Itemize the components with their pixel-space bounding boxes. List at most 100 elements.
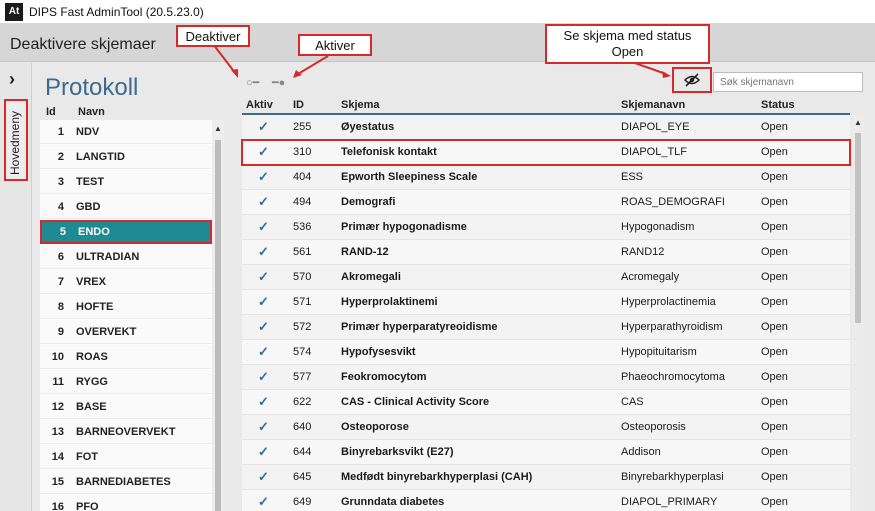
active-check-icon[interactable]: ✓ — [258, 219, 269, 235]
cell-id: 571 — [293, 296, 312, 308]
cell-status: Open — [761, 296, 788, 308]
cell-form-name: Binyrebarkhyperplasi — [621, 471, 724, 483]
cell-form: Akromegali — [341, 271, 401, 283]
cell-id: 645 — [293, 471, 312, 483]
cell-status: Open — [761, 396, 788, 408]
active-check-icon[interactable]: ✓ — [258, 419, 269, 435]
forms-table: ✓ 255 Øyestatus DIAPOL_EYE Open ✓ 310 Telefonis… — [242, 115, 850, 511]
cell-form: Demografi — [341, 196, 396, 208]
cell-id: 404 — [293, 171, 312, 183]
cell-status: Open — [761, 321, 788, 333]
table-row[interactable]: ✓ 572 Primær hyperparatyreoidisme Hyperpara… — [242, 315, 850, 340]
cell-id: 574 — [293, 346, 312, 358]
active-check-icon[interactable]: ✓ — [258, 244, 269, 260]
cell-form: Hyperprolaktinemi — [341, 296, 438, 308]
cell-form-name: Hypogonadism — [621, 221, 695, 233]
cell-id: 622 — [293, 396, 312, 408]
callout-show-open-line1: Se skjema med status — [563, 28, 692, 43]
cell-id: 570 — [293, 271, 312, 283]
cell-form: Grunndata diabetes — [341, 496, 445, 508]
callout-show-open: Se skjema med status Open — [545, 24, 710, 64]
active-check-icon[interactable]: ✓ — [258, 169, 269, 185]
active-check-icon[interactable]: ✓ — [258, 494, 269, 510]
cell-id: 572 — [293, 321, 312, 333]
cell-form-name: Osteoporosis — [621, 421, 686, 433]
col-header-active[interactable]: Aktiv — [246, 99, 273, 111]
col-header-form[interactable]: Skjema — [341, 99, 380, 111]
col-header-status[interactable]: Status — [761, 99, 795, 111]
table-row[interactable]: ✓ 570 Akromegali Acromegaly Open — [242, 265, 850, 290]
cell-id: 577 — [293, 371, 312, 383]
cell-status: Open — [761, 346, 788, 358]
cell-form-name: ESS — [621, 171, 644, 183]
callout-deactivate: Deaktiver — [176, 25, 250, 47]
col-header-form-name[interactable]: Skjemanavn — [621, 99, 685, 111]
highlight-row-annotation — [241, 139, 851, 166]
cell-form-name: DIAPOL_EYE — [621, 121, 690, 133]
cell-id: 561 — [293, 246, 312, 258]
cell-status: Open — [761, 121, 788, 133]
cell-id: 494 — [293, 196, 312, 208]
active-check-icon[interactable]: ✓ — [258, 119, 269, 135]
cell-status: Open — [761, 246, 788, 258]
cell-form: CAS - Clinical Activity Score — [341, 396, 490, 408]
table-row[interactable]: ✓ 577 Feokromocytom Phaeochromocytoma Open — [242, 365, 850, 390]
cell-form: Primær hyperparatyreoidisme — [341, 321, 498, 333]
scroll-up-arrow-icon[interactable]: ▲ — [854, 118, 862, 127]
cell-form-name: DIAPOL_PRIMARY — [621, 496, 718, 508]
active-check-icon[interactable]: ✓ — [258, 444, 269, 460]
callout-activate: Aktiver — [298, 34, 372, 56]
table-row[interactable]: ✓ 561 RAND-12 RAND12 Open — [242, 240, 850, 265]
cell-status: Open — [761, 271, 788, 283]
forms-table-scrollbar[interactable]: ▲ — [852, 115, 864, 511]
cell-status: Open — [761, 471, 788, 483]
cell-status: Open — [761, 371, 788, 383]
table-row[interactable]: ✓ 644 Binyrebarksvikt (E27) Addison Open — [242, 440, 850, 465]
active-check-icon[interactable]: ✓ — [258, 344, 269, 360]
cell-status: Open — [761, 221, 788, 233]
cell-id: 649 — [293, 496, 312, 508]
cell-status: Open — [761, 496, 788, 508]
cell-form: Primær hypogonadisme — [341, 221, 467, 233]
scrollbar-thumb[interactable] — [855, 133, 861, 323]
cell-form-name: Addison — [621, 446, 661, 458]
active-check-icon[interactable]: ✓ — [258, 319, 269, 335]
cell-id: 536 — [293, 221, 312, 233]
cell-form: Binyrebarksvikt (E27) — [341, 446, 454, 458]
active-check-icon[interactable]: ✓ — [258, 369, 269, 385]
col-header-id[interactable]: ID — [293, 99, 304, 111]
active-check-icon[interactable]: ✓ — [258, 394, 269, 410]
table-row[interactable]: ✓ 494 Demografi ROAS_DEMOGRAFI Open — [242, 190, 850, 215]
active-check-icon[interactable]: ✓ — [258, 269, 269, 285]
cell-form: Øyestatus — [341, 121, 395, 133]
table-row[interactable]: ✓ 574 Hypofysesvikt Hypopituitarism Open — [242, 340, 850, 365]
cell-form: RAND-12 — [341, 246, 389, 258]
active-check-icon[interactable]: ✓ — [258, 294, 269, 310]
callout-show-open-line2: Open — [611, 44, 644, 59]
cell-status: Open — [761, 196, 788, 208]
cell-form-name: Hyperprolactinemia — [621, 296, 716, 308]
cell-status: Open — [761, 446, 788, 458]
cell-id: 644 — [293, 446, 312, 458]
cell-form-name: CAS — [621, 396, 644, 408]
table-row[interactable]: ✓ 255 Øyestatus DIAPOL_EYE Open — [242, 115, 850, 140]
active-check-icon[interactable]: ✓ — [258, 469, 269, 485]
cell-id: 255 — [293, 121, 312, 133]
cell-status: Open — [761, 421, 788, 433]
table-row[interactable]: ✓ 640 Osteoporose Osteoporosis Open — [242, 415, 850, 440]
table-row[interactable]: ✓ 622 CAS - Clinical Activity Score CAS Open — [242, 390, 850, 415]
active-check-icon[interactable]: ✓ — [258, 194, 269, 210]
cell-form-name: Hypopituitarism — [621, 346, 697, 358]
cell-form: Medfødt binyrebarkhyperplasi (CAH) — [341, 471, 533, 483]
table-row[interactable]: ✓ 649 Grunndata diabetes DIAPOL_PRIMARY Open — [242, 490, 850, 511]
table-row[interactable]: ✓ 404 Epworth Sleepiness Scale ESS Open — [242, 165, 850, 190]
cell-form-name: ROAS_DEMOGRAFI — [621, 196, 725, 208]
cell-form: Feokromocytom — [341, 371, 427, 383]
cell-status: Open — [761, 171, 788, 183]
table-row[interactable]: ✓ 645 Medfødt binyrebarkhyperplasi (CAH) Bi… — [242, 465, 850, 490]
table-row[interactable]: ✓ 571 Hyperprolaktinemi Hyperprolactinemia O… — [242, 290, 850, 315]
cell-form-name: Hyperparathyroidism — [621, 321, 723, 333]
cell-form: Osteoporose — [341, 421, 409, 433]
table-row[interactable]: ✓ 536 Primær hypogonadisme Hypogonadism Open — [242, 215, 850, 240]
cell-id: 640 — [293, 421, 312, 433]
